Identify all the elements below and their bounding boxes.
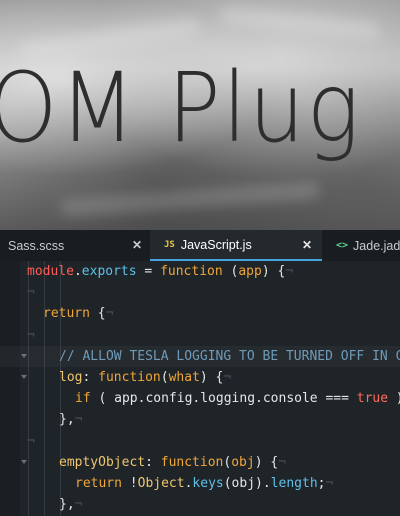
tab-bar: Sass.scss ✕ JS JavaScript.js ✕ <> Jade.j… bbox=[0, 230, 400, 261]
tab-sass[interactable]: Sass.scss ✕ bbox=[0, 230, 150, 261]
code-line: return !Object.keys(obj).length;¬ bbox=[75, 476, 334, 491]
code-line: module.exports = function (app) {¬ bbox=[27, 264, 294, 279]
tab-label: Jade.jade bbox=[353, 238, 400, 253]
javascript-file-icon: JS bbox=[164, 239, 175, 250]
code-line: ¬ bbox=[27, 433, 35, 449]
code-editor: Sass.scss ✕ JS JavaScript.js ✕ <> Jade.j… bbox=[0, 230, 400, 516]
code-line: return {¬ bbox=[43, 306, 114, 322]
hero-banner: OM Plug bbox=[0, 0, 400, 230]
tab-label: JavaScript.js bbox=[180, 237, 252, 252]
close-icon[interactable]: ✕ bbox=[302, 238, 312, 252]
tab-label: Sass.scss bbox=[8, 238, 65, 253]
hero-title: OM Plug bbox=[0, 52, 362, 164]
code-area[interactable]: module.exports = function (app) {¬ ¬ ret… bbox=[0, 261, 400, 516]
close-icon[interactable]: ✕ bbox=[132, 238, 142, 252]
code-line: ¬ bbox=[27, 285, 35, 301]
code-line: emptyObject: function(obj) {¬ bbox=[0, 452, 400, 474]
code-line: log: function(what) {¬ bbox=[0, 367, 400, 389]
tab-javascript[interactable]: JS JavaScript.js ✕ bbox=[150, 230, 322, 261]
code-line: if ( app.config.logging.console === true… bbox=[75, 391, 400, 407]
code-line: ¬ bbox=[27, 327, 35, 343]
code-line: // ALLOW TESLA LOGGING TO BE TURNED OFF … bbox=[0, 346, 400, 368]
code-file-icon: <> bbox=[336, 240, 349, 251]
code-line: },¬ bbox=[59, 497, 83, 513]
tab-jade[interactable]: <> Jade.jade bbox=[322, 230, 400, 261]
code-line: },¬ bbox=[59, 412, 83, 428]
